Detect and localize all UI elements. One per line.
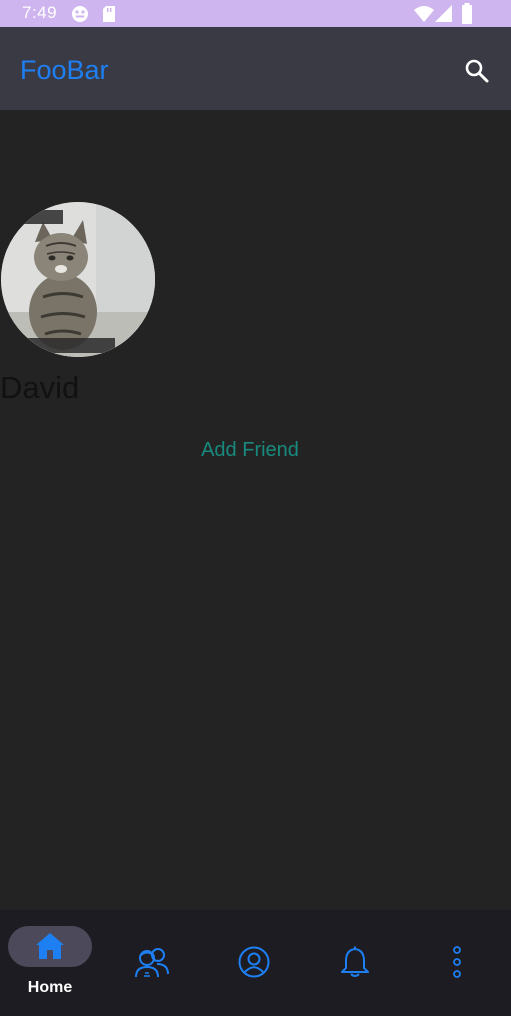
cat-photo bbox=[1, 202, 155, 357]
signal-icon bbox=[435, 5, 452, 22]
bottom-nav: Home bbox=[0, 910, 511, 1016]
app-title: FooBar bbox=[20, 55, 109, 85]
search-icon bbox=[465, 59, 489, 83]
more-vert-icon bbox=[453, 946, 461, 978]
avatar bbox=[1, 202, 155, 357]
media-icon bbox=[72, 6, 88, 22]
battery-icon bbox=[462, 3, 472, 24]
nav-more[interactable] bbox=[407, 910, 507, 1016]
app-bar: FooBar bbox=[0, 27, 511, 110]
bell-icon bbox=[341, 946, 369, 977]
add-friend-button[interactable]: Add Friend bbox=[180, 433, 320, 467]
search-button[interactable] bbox=[458, 55, 498, 87]
profile-icon bbox=[238, 946, 270, 978]
nav-friends[interactable] bbox=[102, 910, 202, 1016]
friends-icon bbox=[135, 948, 169, 978]
wifi-icon bbox=[414, 6, 434, 22]
home-icon bbox=[36, 933, 64, 959]
status-bar: 7:49 bbox=[0, 0, 511, 27]
nav-profile[interactable] bbox=[204, 910, 304, 1016]
nav-home-label: Home bbox=[27, 979, 73, 996]
user-name: David bbox=[0, 370, 80, 405]
sd-card-icon bbox=[103, 6, 115, 22]
nav-home[interactable]: Home bbox=[0, 910, 100, 1016]
nav-notifications[interactable] bbox=[305, 910, 405, 1016]
status-time: 7:49 bbox=[22, 3, 58, 22]
